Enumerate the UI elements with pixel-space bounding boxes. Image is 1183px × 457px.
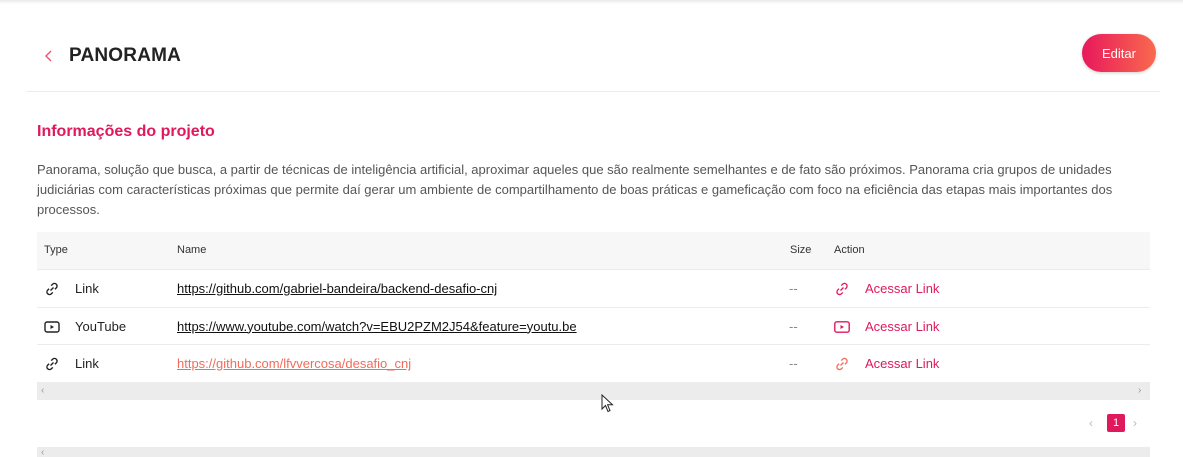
project-description: Panorama, solução que busca, a partir de… [37, 162, 1113, 217]
column-header-name: Name [177, 244, 207, 256]
pagination-prev-icon[interactable]: ‹ [1089, 416, 1093, 430]
access-link-button[interactable]: Acessar Link [865, 281, 939, 296]
scroll-left-icon[interactable]: ‹ [41, 447, 44, 457]
youtube-icon[interactable] [834, 319, 850, 335]
table-row: Link https://github.com/lfvvercosa/desaf… [37, 345, 1150, 383]
table-row: Link https://github.com/gabriel-bandeira… [37, 270, 1150, 308]
youtube-icon [44, 320, 60, 333]
page-header: PANORAMA Editar [26, 26, 1160, 92]
link-icon [46, 282, 58, 296]
link-icon[interactable] [834, 281, 850, 297]
mouse-cursor-icon [601, 394, 614, 413]
resource-link[interactable]: https://www.youtube.com/watch?v=EBU2PZM2… [177, 319, 577, 334]
resource-link[interactable]: https://github.com/gabriel-bandeira/back… [177, 281, 497, 296]
table-horizontal-scrollbar[interactable]: ‹ › [37, 383, 1150, 400]
row-type: YouTube [75, 318, 127, 334]
row-size: -- [789, 356, 798, 371]
access-link-button[interactable]: Acessar Link [865, 319, 939, 334]
row-size: -- [789, 318, 798, 334]
access-link-button[interactable]: Acessar Link [865, 356, 939, 371]
edit-button[interactable]: Editar [1082, 34, 1156, 72]
top-shadow [0, 0, 1183, 4]
chevron-left-icon[interactable] [42, 46, 56, 66]
column-header-type: Type [44, 244, 68, 256]
scroll-right-icon[interactable]: › [1138, 385, 1141, 396]
row-size: -- [789, 281, 798, 296]
page-horizontal-scrollbar[interactable]: ‹ [37, 447, 1150, 457]
column-header-size: Size [790, 244, 812, 256]
page-title: PANORAMA [69, 45, 182, 66]
row-type: Link [75, 281, 99, 296]
resource-link[interactable]: https://github.com/lfvvercosa/desafio_cn… [177, 356, 411, 371]
pagination-current-page[interactable]: 1 [1107, 414, 1125, 432]
row-type: Link [75, 356, 99, 371]
link-icon [46, 357, 58, 371]
scroll-left-icon[interactable]: ‹ [41, 385, 44, 396]
pagination-next-icon[interactable]: › [1133, 416, 1137, 430]
section-title: Informações do projeto [37, 123, 215, 140]
link-icon[interactable] [834, 356, 850, 372]
table-header: Type Name Size Action [37, 232, 1150, 270]
table-row: YouTube https://www.youtube.com/watch?v=… [37, 308, 1150, 345]
resources-table: Type Name Size Action Link https://githu… [37, 232, 1150, 383]
column-header-action: Action [834, 244, 865, 256]
